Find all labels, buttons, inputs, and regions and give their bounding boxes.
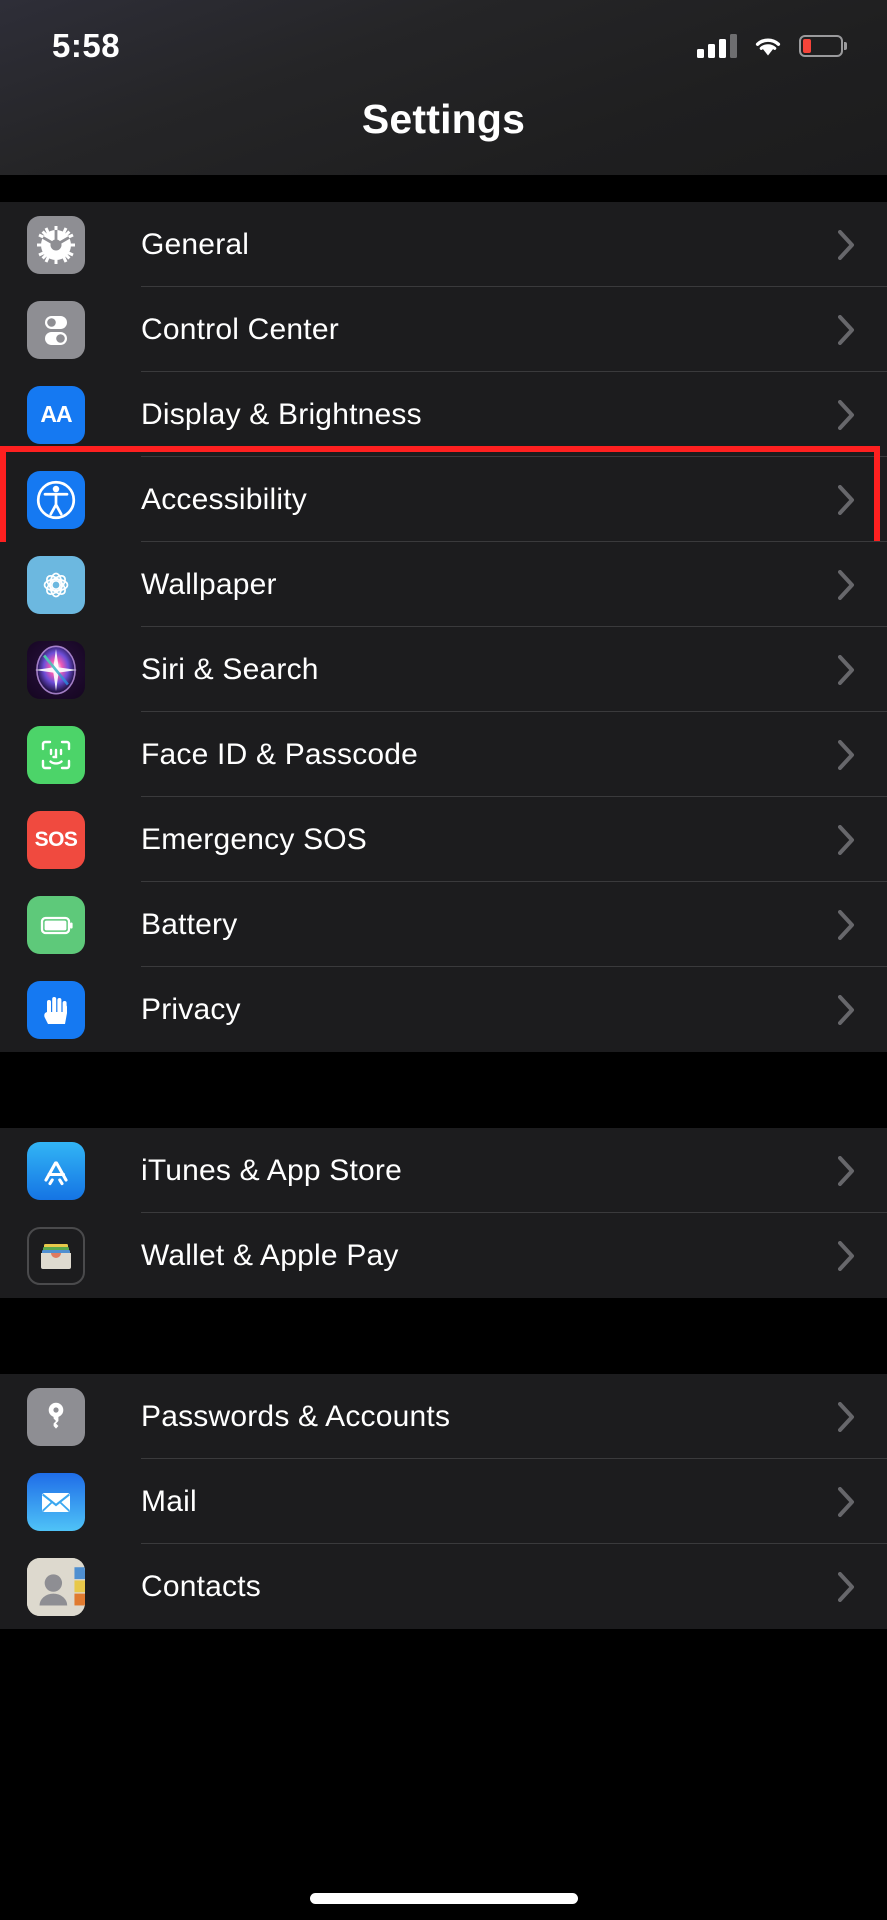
battery-icon	[27, 896, 85, 954]
cellular-signal-icon	[697, 34, 737, 58]
section-gap-1	[0, 1052, 887, 1128]
chevron-right-icon	[838, 1156, 855, 1186]
chevron-right-icon	[838, 315, 855, 345]
settings-row-control-center[interactable]: Control Center	[0, 287, 887, 372]
siri-orb-icon	[27, 641, 85, 699]
settings-row-label: iTunes & App Store	[141, 1154, 838, 1188]
chevron-right-icon	[838, 995, 855, 1025]
app-store-icon	[27, 1142, 85, 1200]
chevron-right-icon	[838, 825, 855, 855]
sliders-icon	[27, 301, 85, 359]
contacts-icon	[27, 1558, 85, 1616]
settings-row-label: Battery	[141, 908, 838, 942]
chevron-right-icon	[838, 655, 855, 685]
home-indicator[interactable]	[310, 1893, 578, 1904]
settings-row-face-id-passcode[interactable]: Face ID & Passcode	[0, 712, 887, 797]
settings-row-label: Mail	[141, 1485, 838, 1519]
settings-row-siri-search[interactable]: Siri & Search	[0, 627, 887, 712]
settings-row-label: Wallet & Apple Pay	[141, 1239, 838, 1273]
settings-row-label: Emergency SOS	[141, 823, 838, 857]
chevron-right-icon	[838, 740, 855, 770]
envelope-icon	[27, 1473, 85, 1531]
settings-row-passwords-accounts[interactable]: Passwords & Accounts	[0, 1374, 887, 1459]
sos-icon: SOS	[27, 811, 85, 869]
settings-row-battery[interactable]: Battery	[0, 882, 887, 967]
settings-row-mail[interactable]: Mail	[0, 1459, 887, 1544]
status-bar-clock: 5:58	[52, 27, 120, 65]
page-title: Settings	[0, 96, 887, 143]
settings-row-label: Passwords & Accounts	[141, 1400, 838, 1434]
settings-row-contacts[interactable]: Contacts	[0, 1544, 887, 1629]
chevron-right-icon	[838, 910, 855, 940]
status-bar: 5:58	[0, 0, 887, 92]
hand-icon	[27, 981, 85, 1039]
key-icon	[27, 1388, 85, 1446]
battery-low-icon	[799, 35, 843, 57]
settings-row-emergency-sos[interactable]: SOS Emergency SOS	[0, 797, 887, 882]
flower-icon	[27, 556, 85, 614]
settings-row-itunes-app-store[interactable]: iTunes & App Store	[0, 1128, 887, 1213]
settings-row-display-brightness[interactable]: AA Display & Brightness	[0, 372, 887, 457]
settings-row-label: General	[141, 228, 838, 262]
chevron-right-icon	[838, 1572, 855, 1602]
settings-row-label: Wallpaper	[141, 568, 838, 602]
settings-row-label: Siri & Search	[141, 653, 838, 687]
status-bar-indicators	[697, 34, 843, 58]
section-gap-2	[0, 1298, 887, 1374]
accessibility-icon	[27, 471, 85, 529]
chevron-right-icon	[838, 400, 855, 430]
settings-section-2: iTunes & App Store Wallet & Apple Pay	[0, 1128, 887, 1298]
settings-row-label: Face ID & Passcode	[141, 738, 838, 772]
settings-row-privacy[interactable]: Privacy	[0, 967, 887, 1052]
settings-row-accessibility[interactable]: Accessibility	[0, 457, 887, 542]
aa-text-icon: AA	[27, 386, 85, 444]
navigation-header: 5:58 Settings	[0, 0, 887, 175]
settings-section-1: General Control Center	[0, 202, 887, 1052]
settings-row-general[interactable]: General	[0, 202, 887, 287]
settings-section-3: Passwords & Accounts Mail	[0, 1374, 887, 1629]
chevron-right-icon	[838, 1402, 855, 1432]
wifi-icon	[753, 34, 783, 58]
settings-row-label: Contacts	[141, 1570, 838, 1604]
settings-row-label: Control Center	[141, 313, 838, 347]
chevron-right-icon	[838, 570, 855, 600]
wallet-icon	[27, 1227, 85, 1285]
gear-icon	[27, 216, 85, 274]
chevron-right-icon	[838, 230, 855, 260]
chevron-right-icon	[838, 1241, 855, 1271]
settings-row-wallpaper[interactable]: Wallpaper	[0, 542, 887, 627]
section-gap-top	[0, 175, 887, 202]
chevron-right-icon	[838, 485, 855, 515]
settings-row-label: Privacy	[141, 993, 838, 1027]
settings-row-wallet-apple-pay[interactable]: Wallet & Apple Pay	[0, 1213, 887, 1298]
settings-row-label: Accessibility	[141, 483, 838, 517]
iphone-settings-screen: 5:58 Settings	[0, 0, 887, 1920]
face-id-icon	[27, 726, 85, 784]
chevron-right-icon	[838, 1487, 855, 1517]
settings-row-label: Display & Brightness	[141, 398, 838, 432]
